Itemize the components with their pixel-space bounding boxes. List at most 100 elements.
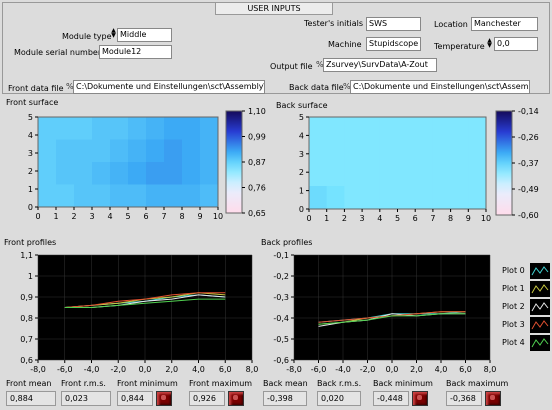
x-tick-label: 6,0 (219, 365, 232, 374)
heatmap-cell (432, 117, 452, 141)
x-tick-label: 2,0 (410, 365, 423, 374)
y-tick-label: 0 (28, 203, 33, 212)
front-min-led (156, 391, 172, 406)
heatmap-cell (74, 162, 93, 185)
heatmap-cell (56, 139, 75, 163)
tester-field[interactable]: SWS (366, 17, 421, 31)
heatmap-cell (397, 163, 416, 187)
heatmap-cell (309, 140, 328, 164)
x-tick-label: 8,0 (484, 365, 497, 374)
front-data-file-label: Front data file (8, 84, 64, 93)
legend-label: Plot 0 (502, 266, 525, 275)
legend-item: Plot 1 (498, 281, 552, 299)
heatmap-cell (397, 140, 416, 164)
heatmap-cell (362, 140, 381, 164)
module-type-label: Module type (62, 32, 112, 41)
module-type-spinner[interactable]: ▲ ▼ (110, 28, 117, 39)
location-field[interactable]: Manchester (471, 17, 538, 31)
y-tick-label: 5 (299, 113, 304, 122)
x-tick-label: 3 (89, 212, 94, 221)
heatmap-cell (362, 117, 381, 141)
y-tick-label: 2 (28, 167, 33, 176)
heatmap-cell (74, 117, 93, 140)
x-tick-label: 0 (306, 214, 311, 223)
x-tick-label: 1 (324, 214, 329, 223)
front-max-led (228, 391, 244, 406)
heatmap-cell (397, 186, 416, 210)
y-tick-label: 0,8 (20, 314, 33, 323)
heatmap-cell (110, 139, 129, 163)
output-file-field[interactable]: Zsurvey\SurvData\A-Zout (323, 58, 437, 72)
y-tick-label: 0,6 (20, 356, 33, 365)
y-tick-label: 1 (28, 272, 33, 281)
heatmap-cell (110, 184, 129, 208)
heatmap-cell (200, 162, 219, 185)
back-rms-label: Back r.m.s. (317, 379, 362, 388)
heatmap-cell (146, 184, 165, 208)
x-tick-label: 2 (342, 214, 347, 223)
front-rms-label: Front r.m.s. (61, 379, 106, 388)
module-type-field[interactable]: Middle (117, 28, 172, 42)
heatmap-cell (450, 140, 469, 164)
y-tick-label: -0,2 (273, 272, 289, 281)
x-tick-label: 8 (448, 214, 453, 223)
heatmap-cell (326, 163, 345, 187)
machine-field[interactable]: Stupidscope (366, 37, 421, 51)
heatmap-cell (128, 184, 147, 208)
front-mean-label: Front mean (6, 379, 52, 388)
heatmap-cell (432, 163, 452, 187)
legend-item: Plot 4 (498, 335, 552, 353)
temperature-field[interactable]: 0,0 (494, 37, 538, 51)
legend-swatch (530, 263, 550, 279)
front-surface-map: 0 1 2 3 4 5 6 7 8 9 10 0 1 2 3 4 5 1,10 0,99 0,87 0,76 0,65 (28, 107, 266, 221)
heatmap-cell (415, 163, 434, 187)
colorbar-tick-label: 0,87 (248, 158, 266, 167)
colorbar-tick-label: -0,49 (518, 185, 539, 194)
heatmap-cell (344, 163, 363, 187)
back-data-file-field[interactable]: C:\Dokumente und Einstellungen\sct\Assem… (350, 80, 530, 94)
heatmap-cell (379, 140, 398, 164)
colorbar-tick-label: -0,26 (518, 133, 539, 142)
heatmap-cell (92, 139, 111, 163)
y-tick-label: 3 (28, 149, 33, 158)
colorbar-tick-label: 0,76 (248, 184, 266, 193)
front-data-file-field[interactable]: C:\Dokumente und Einstellungen\sct\Assem… (73, 80, 265, 94)
module-serial-field[interactable]: Module12 (99, 45, 172, 59)
x-tick-label: 10 (213, 212, 223, 221)
back-min-label: Back minimum (373, 379, 433, 388)
heatmap-cell (415, 140, 434, 164)
heatmap-cell (110, 117, 129, 140)
x-tick-label: -6,0 (311, 365, 327, 374)
x-tick-label: 4,0 (192, 365, 205, 374)
heatmap-cell (415, 186, 434, 210)
heatmap-cell (182, 139, 201, 163)
back-profiles-chart: -8,0 -6,0 -4,0 -2,0 0,0 2,0 4,0 6,0 8,0 -0,1 -0,2 -… (273, 251, 497, 374)
x-tick-label: 9 (197, 212, 202, 221)
x-tick-label: 0,0 (139, 365, 152, 374)
y-tick-label: 4 (299, 131, 304, 140)
x-tick-label: 7 (161, 212, 166, 221)
colorbar-tick-label: 0,65 (248, 209, 266, 218)
heatmap-cell (468, 163, 487, 187)
front-profiles-chart: -8,0 -6,0 -4,0 -2,0 0,0 2,0 4,0 6,0 8,0 0,6 0,7 0,8… (20, 251, 258, 374)
heatmap-cell (468, 186, 487, 210)
x-tick-label: 4 (107, 212, 112, 221)
temperature-spinner[interactable]: ▲ ▼ (486, 38, 493, 49)
y-tick-label: 1 (299, 187, 304, 196)
heatmap-cell (92, 117, 111, 140)
heatmap-cell (128, 162, 147, 185)
heatmap-cell (362, 186, 381, 210)
legend-item: Plot 0 (498, 263, 552, 281)
heatmap-cell (415, 117, 434, 141)
profiles-legend: Plot 0 Plot 1 Plot 2 Plot 3 Plot 4 (498, 263, 552, 353)
x-tick-label: 2 (71, 212, 76, 221)
output-file-label: Output file (270, 62, 313, 71)
heatmap-cell (450, 117, 469, 141)
x-tick-label: 5 (395, 214, 400, 223)
back-max-label: Back maximum (446, 379, 509, 388)
x-tick-label: 6,0 (459, 365, 472, 374)
heatmap-cell (450, 186, 469, 210)
x-tick-label: -8,0 (286, 365, 302, 374)
x-tick-label: 6 (143, 212, 148, 221)
heatmap-cell (468, 140, 487, 164)
